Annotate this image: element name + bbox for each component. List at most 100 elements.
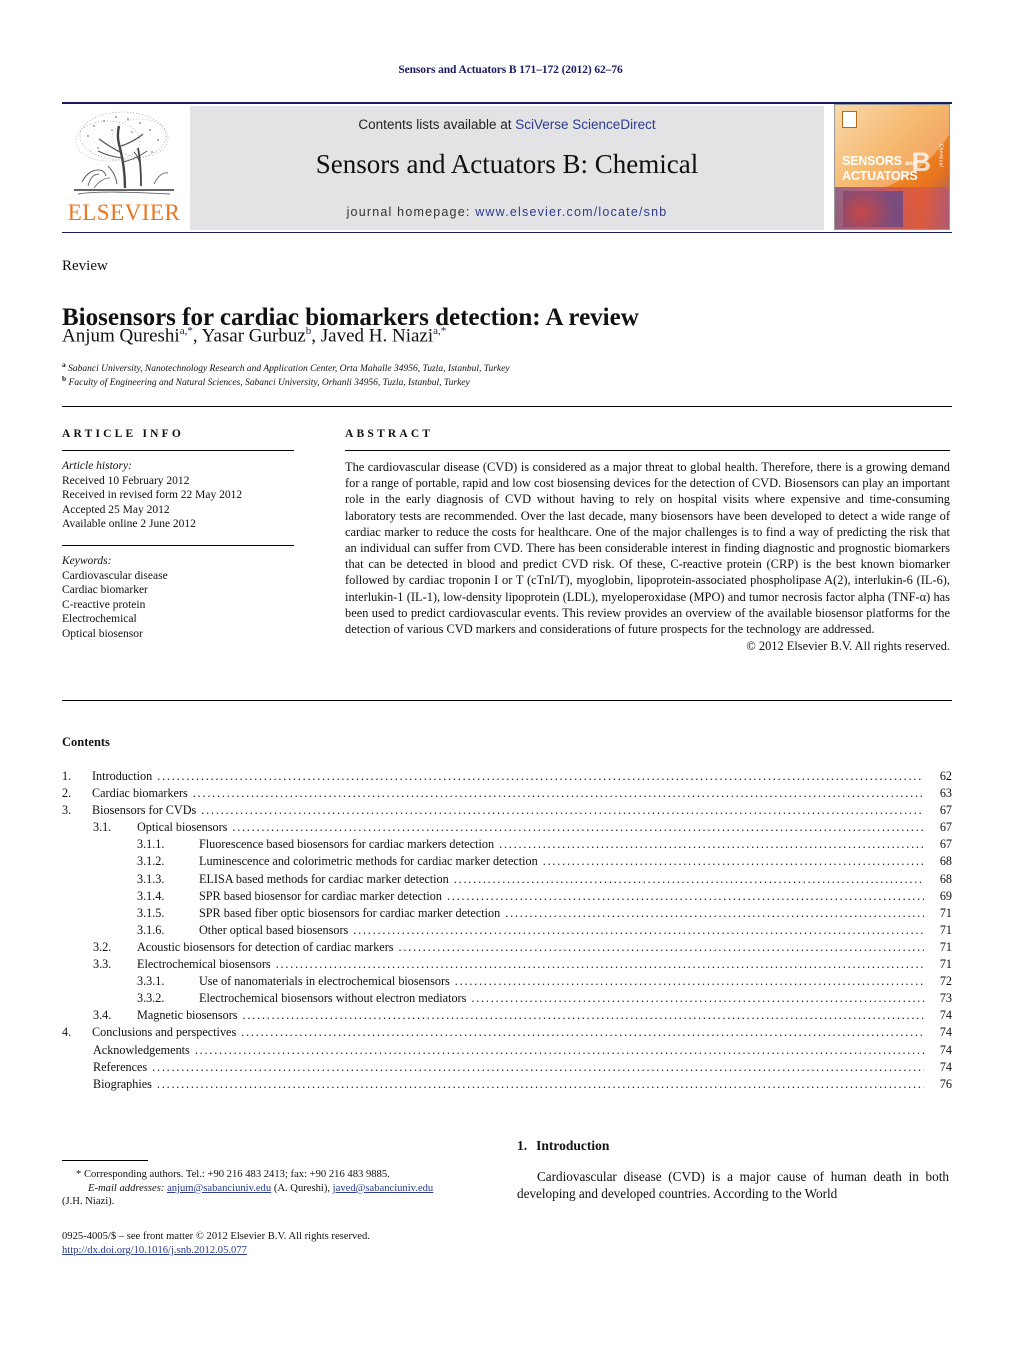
sciencedirect-link[interactable]: SciVerse ScienceDirect xyxy=(515,117,655,132)
toc-dot-leader: ........................................… xyxy=(232,820,924,835)
toc-dot-leader: ........................................… xyxy=(194,1042,924,1057)
toc-label: SPR based fiber optic biosensors for car… xyxy=(199,905,501,920)
toc-page-number: 69 xyxy=(939,888,952,903)
introduction-paragraph: Cardiovascular disease (CVD) is a major … xyxy=(517,1169,949,1202)
toc-label: References xyxy=(93,1059,148,1074)
introduction-section: 1. Introduction Cardiovascular disease (C… xyxy=(517,1138,949,1203)
history-item: Received 10 February 2012 xyxy=(62,474,190,487)
keyword-item: Cardiovascular disease xyxy=(62,569,168,582)
toc-row[interactable]: 3.1.2. Luminescence and colorimetric meth… xyxy=(62,853,952,870)
toc-page-number: 73 xyxy=(939,991,952,1006)
toc-row[interactable]: 3.1. Optical biosensors..................… xyxy=(62,819,952,836)
toc-dot-leader: ........................................… xyxy=(453,871,924,886)
toc-dot-leader: ........................................… xyxy=(542,854,924,869)
toc-label: Luminescence and colorimetric methods fo… xyxy=(199,854,538,869)
affiliation-b-marker: b xyxy=(62,374,67,383)
toc-number: 2. xyxy=(62,786,72,801)
toc-row[interactable]: 3.1.6. Other optical based biosensors....… xyxy=(62,922,952,939)
toc-number: 3.4. xyxy=(93,1008,112,1023)
toc-page-number: 68 xyxy=(939,871,952,886)
abstract-bottom-rule xyxy=(62,700,952,701)
toc-label: Acoustic biosensors for detection of car… xyxy=(137,939,394,954)
footnote-email-line: E-mail addresses: anjum@sabanciuniv.edu … xyxy=(62,1182,494,1196)
toc-row[interactable]: 3.3.1. Use of nanomaterials in electroche… xyxy=(62,973,952,990)
toc-row[interactable]: Biographies.............................… xyxy=(62,1076,952,1093)
toc-page-number: 74 xyxy=(939,1059,952,1074)
article-info-heading: ARTICLE INFO xyxy=(62,428,185,440)
toc-number: 3.3.2. xyxy=(137,991,165,1006)
abstract-copyright: © 2012 Elsevier B.V. All rights reserved… xyxy=(746,639,950,654)
running-head-citation: Sensors and Actuators B 171–172 (2012) 6… xyxy=(398,64,623,76)
cover-bottom-blob xyxy=(843,191,903,227)
toc-number: 3.1.2. xyxy=(137,854,165,869)
cover-line1: SENSORS xyxy=(842,154,902,168)
toc-dot-leader: ........................................… xyxy=(499,837,924,852)
elsevier-wordmark: ELSEVIER xyxy=(67,200,181,225)
info-top-rule xyxy=(62,406,952,407)
homepage-url-link[interactable]: www.elsevier.com/locate/snb xyxy=(475,205,667,219)
keywords-title: Keywords: xyxy=(62,554,112,567)
toc-dot-leader: ........................................… xyxy=(242,1008,924,1023)
toc-row[interactable]: 3. Biosensors for CVDs...................… xyxy=(62,802,952,819)
homepage-label: journal homepage: xyxy=(346,205,476,219)
journal-masthead: ELSEVIER Contents lists available at Sci… xyxy=(62,102,952,230)
introduction-title: Introduction xyxy=(536,1138,610,1153)
toc-dot-leader: ........................................… xyxy=(447,888,924,903)
keyword-item: Cardiac biomarker xyxy=(62,584,148,597)
keyword-item: Optical biosensor xyxy=(62,627,143,640)
toc-page-number: 67 xyxy=(939,820,952,835)
toc-page-number: 71 xyxy=(939,905,952,920)
toc-page-number: 62 xyxy=(939,769,952,783)
toc-number: 4. xyxy=(62,1025,72,1040)
table-of-contents: 1. Introduction..........................… xyxy=(62,768,952,1093)
history-item: Accepted 25 May 2012 xyxy=(62,503,170,516)
toc-label: ELISA based methods for cardiac marker d… xyxy=(199,871,449,886)
elsevier-logo: ELSEVIER xyxy=(62,106,186,230)
toc-label: Optical biosensors xyxy=(137,820,228,835)
toc-number: 3. xyxy=(62,803,72,818)
toc-row[interactable]: References..............................… xyxy=(62,1059,952,1076)
email-link-qureshi[interactable]: anjum@sabanciuniv.edu xyxy=(167,1183,271,1194)
toc-row[interactable]: 2. Cardiac biomarkers....................… xyxy=(62,785,952,802)
contents-heading: Contents xyxy=(62,735,110,749)
toc-row[interactable]: 3.1.4. SPR based biosensor for cardiac ma… xyxy=(62,888,952,905)
introduction-heading: 1. Introduction xyxy=(517,1138,949,1154)
toc-row[interactable]: 3.1.5. SPR based fiber optic biosensors f… xyxy=(62,905,952,922)
toc-dot-leader: ........................................… xyxy=(398,939,924,954)
toc-row[interactable]: 3.3. Electrochemical biosensors..........… xyxy=(62,956,952,973)
toc-row[interactable]: 3.3.2. Electrochemical biosensors without… xyxy=(62,990,952,1007)
abstract-column: ABSTRACT The cardiovascular disease (CVD… xyxy=(345,428,950,654)
toc-row[interactable]: 4. Conclusions and perspectives..........… xyxy=(62,1024,952,1041)
toc-row[interactable]: 3.1.3. ELISA based methods for cardiac ma… xyxy=(62,871,952,888)
journal-cover-thumbnail[interactable]: SENSORS and ACTUATORS B Chemical xyxy=(834,104,950,230)
contents-available-prefix: Contents lists available at xyxy=(358,117,516,132)
journal-article-page: Sensors and Actuators B 171–172 (2012) 6… xyxy=(0,0,1021,1351)
abstract-heading: ABSTRACT xyxy=(345,428,434,440)
affiliation-b-text: Faculty of Engineering and Natural Scien… xyxy=(68,378,470,389)
toc-label: Biographies xyxy=(93,1076,152,1091)
article-info-rule xyxy=(62,450,294,451)
journal-homepage-line: journal homepage: www.elsevier.com/locat… xyxy=(190,205,824,219)
cover-elsevier-mark-icon xyxy=(842,111,857,128)
cover-journal-name: SENSORS and ACTUATORS xyxy=(842,155,918,183)
toc-row[interactable]: 1. Introduction..........................… xyxy=(62,768,952,785)
toc-label: Electrochemical biosensors xyxy=(137,957,271,972)
introduction-number: 1. xyxy=(517,1138,528,1153)
masthead-bottom-rule xyxy=(62,232,952,233)
article-history-group: Article history: Received 10 February 20… xyxy=(62,459,294,532)
toc-page-number: 72 xyxy=(939,974,952,989)
toc-number: 1. xyxy=(62,769,72,783)
toc-dot-leader: ........................................… xyxy=(505,905,924,920)
toc-row[interactable]: 3.1.1. Fluorescence based biosensors for … xyxy=(62,836,952,853)
cover-line2: ACTUATORS xyxy=(842,169,918,183)
doi-link[interactable]: http://dx.doi.org/10.1016/j.snb.2012.05.… xyxy=(62,1245,247,1256)
toc-page-number: 67 xyxy=(939,837,952,852)
toc-row[interactable]: 3.4. Magnetic biosensors.................… xyxy=(62,1007,952,1024)
toc-row[interactable]: 3.2. Acoustic biosensors for detection of… xyxy=(62,939,952,956)
toc-dot-leader: ........................................… xyxy=(275,957,924,972)
journal-title: Sensors and Actuators B: Chemical xyxy=(315,149,699,179)
email-link-javed[interactable]: javed@sabanciuniv.edu xyxy=(333,1183,434,1194)
toc-number: 3.3.1. xyxy=(137,974,165,989)
toc-row[interactable]: Acknowledgements........................… xyxy=(62,1042,952,1059)
